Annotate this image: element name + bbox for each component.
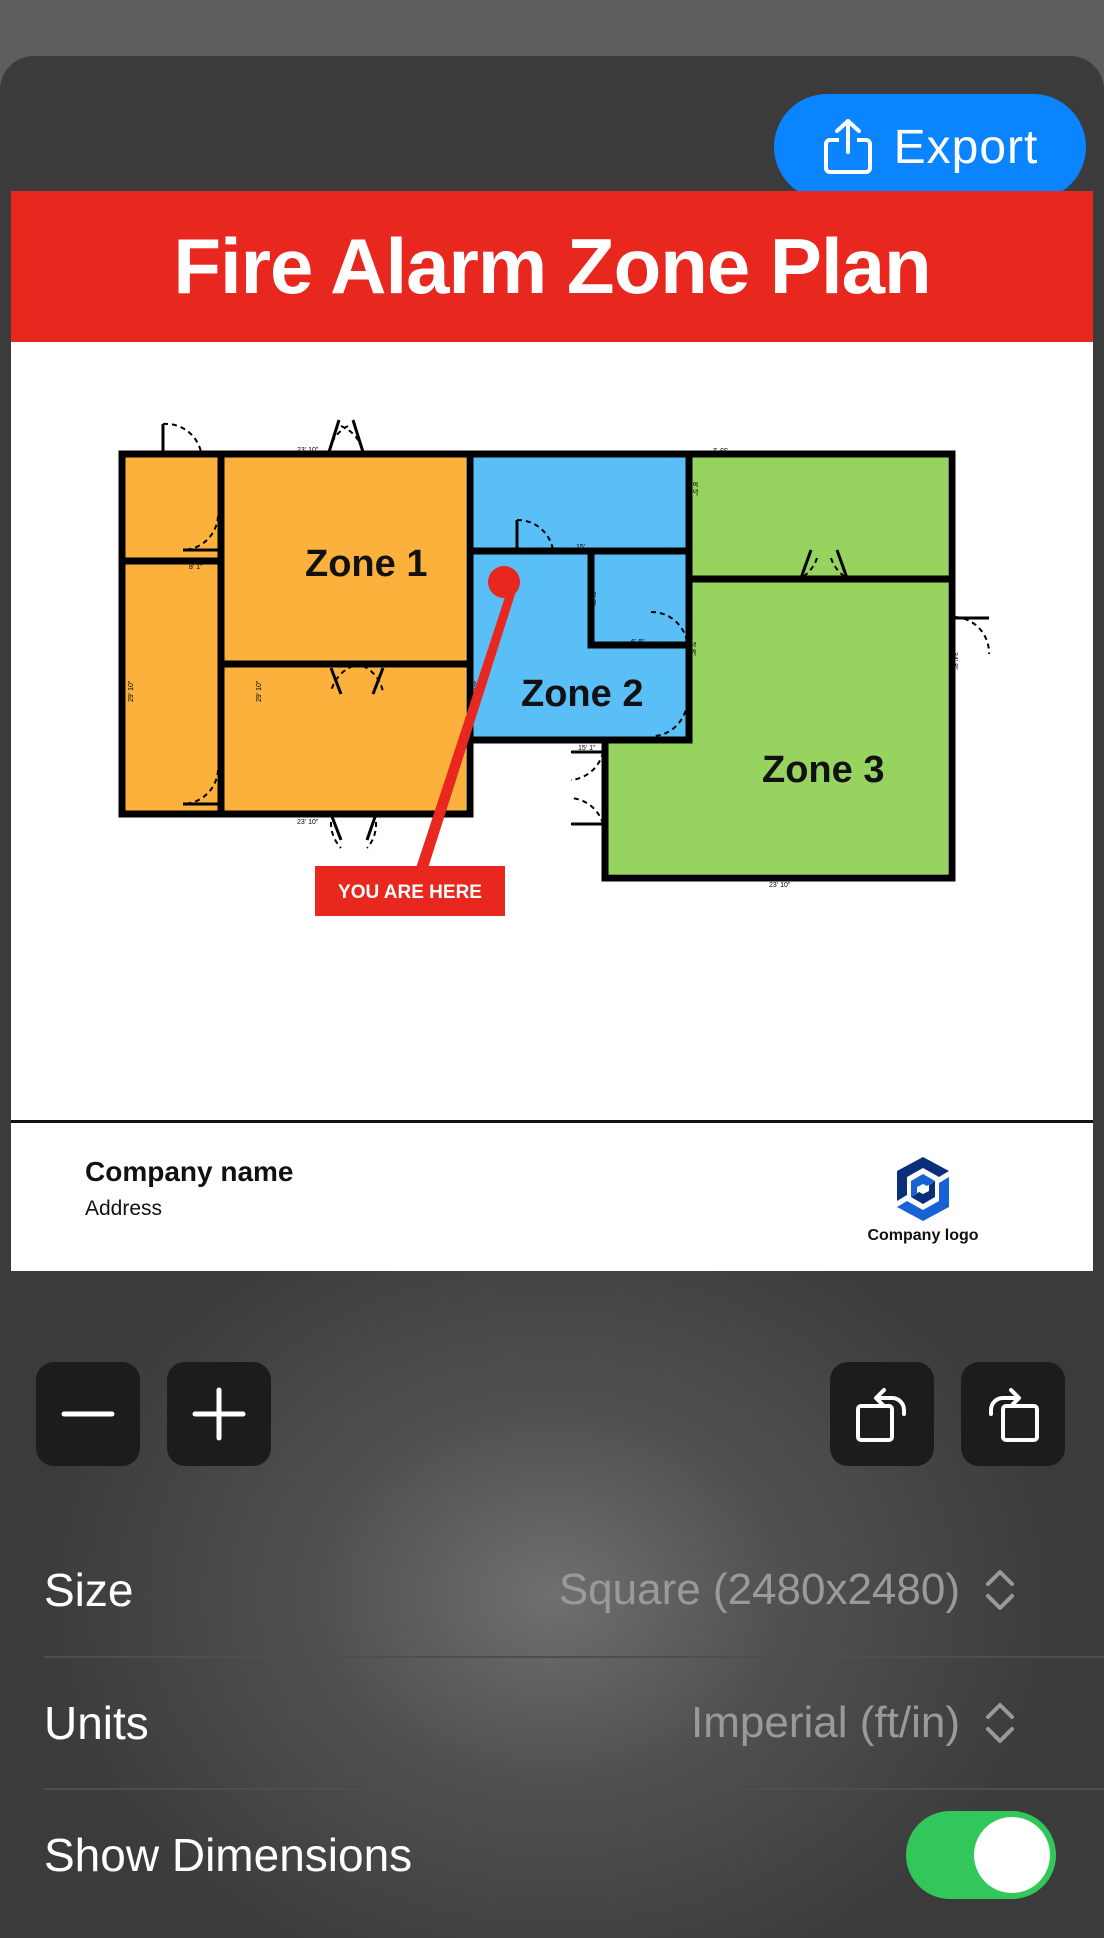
chevron-up-down-icon bbox=[986, 1570, 1014, 1610]
dimension-label: 23' 10" bbox=[297, 819, 319, 826]
size-label: Size bbox=[44, 1564, 134, 1616]
floor-plan: 23' 10" 8' 1" 29' 10" 29' 10" 29' 10" 23… bbox=[118, 419, 991, 916]
dimension-label: 29' 10" bbox=[256, 680, 263, 702]
dimension-label: 15' 1" bbox=[578, 745, 596, 752]
company-logo: Company logo bbox=[863, 1153, 983, 1253]
chevron-up-down-icon bbox=[986, 1703, 1014, 1743]
show-dimensions-label: Show Dimensions bbox=[44, 1829, 413, 1881]
zoom-out-button[interactable] bbox=[36, 1362, 140, 1466]
zoom-in-button[interactable] bbox=[167, 1362, 271, 1466]
plus-icon bbox=[192, 1387, 246, 1441]
dimension-label: 23' 10" bbox=[297, 447, 319, 454]
dimension-label: 8' 5" bbox=[691, 482, 698, 496]
show-dimensions-row: Show Dimensions bbox=[44, 1789, 1060, 1921]
minus-icon bbox=[61, 1411, 115, 1417]
dimension-label: 5' 8" bbox=[589, 592, 596, 606]
dimension-label: 6' 8" bbox=[631, 639, 645, 646]
dimension-label: 34' 8" bbox=[951, 652, 958, 670]
size-row[interactable]: Size Square (2480x2480) bbox=[44, 1524, 1060, 1656]
dimension-label: 15' bbox=[576, 544, 585, 551]
export-label: Export bbox=[893, 120, 1039, 174]
share-icon bbox=[823, 119, 872, 174]
dimension-label: 33' 2" bbox=[710, 446, 728, 453]
logo-mark-icon bbox=[897, 1157, 949, 1221]
toggle-knob bbox=[974, 1817, 1050, 1893]
units-label: Units bbox=[44, 1697, 149, 1749]
zone-1-area bbox=[124, 456, 466, 811]
zone-2-label: Zone 2 bbox=[521, 673, 643, 715]
show-dimensions-toggle[interactable] bbox=[906, 1811, 1056, 1899]
company-name: Company name bbox=[85, 1156, 294, 1187]
zone-plan-poster: Fire Alarm Zone Plan 23' 10" 8' 1" 29' 1… bbox=[11, 191, 1093, 1271]
rotate-left-icon bbox=[856, 1388, 906, 1442]
units-row[interactable]: Units Imperial (ft/in) bbox=[44, 1657, 1060, 1789]
units-value: Imperial (ft/in) bbox=[691, 1698, 960, 1747]
dimension-label: 23' 10" bbox=[769, 882, 791, 889]
zone-1-label: Zone 1 bbox=[305, 543, 427, 585]
dimension-label: 8' 1" bbox=[189, 564, 203, 571]
export-button[interactable]: Export bbox=[774, 94, 1086, 200]
poster-title: Fire Alarm Zone Plan bbox=[11, 191, 1093, 342]
units-picker[interactable]: Imperial (ft/in) bbox=[691, 1698, 1060, 1748]
size-value: Square (2480x2480) bbox=[558, 1565, 960, 1614]
company-address: Address bbox=[85, 1197, 163, 1220]
rotate-right-button[interactable] bbox=[961, 1362, 1065, 1466]
footer-divider bbox=[11, 1120, 1093, 1123]
zone-3-label: Zone 3 bbox=[762, 749, 884, 791]
logo-caption: Company logo bbox=[867, 1227, 979, 1244]
rotate-left-button[interactable] bbox=[830, 1362, 934, 1466]
size-picker[interactable]: Square (2480x2480) bbox=[559, 1565, 1060, 1615]
dimension-label: 5' 8" bbox=[689, 642, 696, 656]
rotate-right-icon bbox=[989, 1388, 1039, 1442]
dimension-label: 29' 10" bbox=[128, 680, 135, 702]
you-are-here-label: YOU ARE HERE bbox=[338, 882, 482, 903]
